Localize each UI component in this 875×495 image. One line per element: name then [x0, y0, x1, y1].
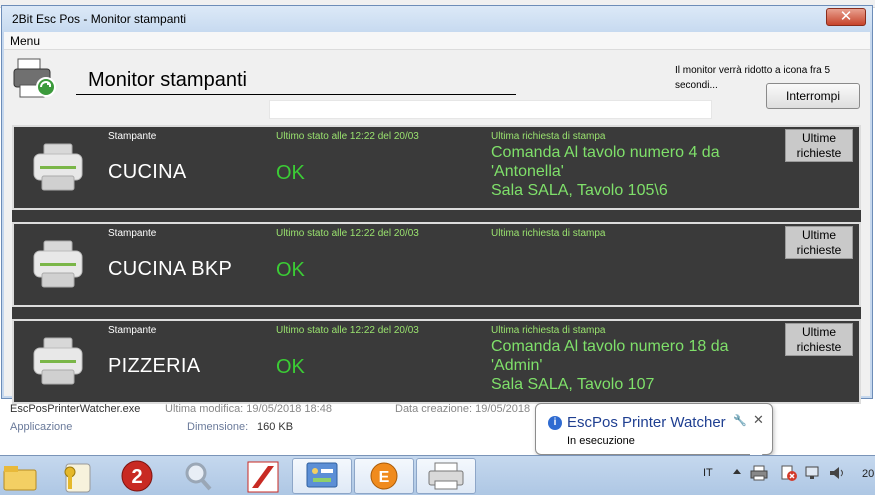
- printer-name: CUCINA BKP: [108, 258, 233, 280]
- orange-circle-icon: E: [370, 462, 398, 490]
- printer-name: CUCINA: [108, 161, 187, 183]
- action-center-icon[interactable]: [780, 464, 798, 482]
- request-label: Ultima richiesta di stampa: [491, 131, 606, 142]
- magnifier-icon: [185, 462, 212, 491]
- request-label: Ultima richiesta di stampa: [491, 325, 606, 336]
- printer-icon: [33, 337, 83, 385]
- status-label: Ultimo stato alle 12:22 del 20/03: [276, 325, 419, 336]
- clock[interactable]: 20: [862, 468, 874, 480]
- printer-panel: Stampante Ultimo stato alle 12:22 del 20…: [12, 125, 861, 210]
- printer-list: Stampante Ultimo stato alle 12:22 del 20…: [12, 125, 861, 404]
- bg-size-value: 160 KB: [257, 421, 294, 433]
- notification-title: EscPos Printer Watcher: [567, 414, 726, 431]
- taskbar-control-panel-button[interactable]: [292, 458, 352, 494]
- title-bar[interactable]: 2Bit Esc Pos - Monitor stampanti ✕: [2, 6, 872, 32]
- printer-icon: [33, 240, 83, 288]
- notification-message: In esecuzione: [567, 435, 635, 447]
- request-line: Sala SALA, Tavolo 107: [491, 376, 655, 393]
- svg-text:2: 2: [131, 466, 142, 488]
- taskbar-printer-watcher-button[interactable]: [416, 458, 476, 494]
- taskbar-app-logo-button[interactable]: [230, 458, 290, 494]
- tray-notification[interactable]: i EscPos Printer Watcher In esecuzione 🔧…: [535, 403, 773, 466]
- printer-name: PIZZERIA: [108, 355, 201, 377]
- volume-icon[interactable]: [828, 464, 846, 482]
- last-request-text: Comanda Al tavolo numero 4 da 'Antonella…: [491, 143, 791, 200]
- printer-icon: [428, 462, 464, 490]
- printer-panel: Stampante Ultimo stato alle 12:22 del 20…: [12, 319, 861, 404]
- printer-label: Stampante: [108, 228, 157, 239]
- printer-label: Stampante: [108, 325, 157, 336]
- recent-requests-button[interactable]: Ultime richieste: [785, 323, 853, 356]
- printer-icon: [33, 143, 83, 191]
- bg-file-type: Applicazione: [10, 421, 73, 433]
- notification-close-button[interactable]: ✕: [753, 412, 764, 428]
- printer-panel: Stampante Ultimo stato alle 12:22 del 20…: [12, 222, 861, 307]
- printer-status: OK: [276, 356, 305, 378]
- taskbar: 2 E IT 20: [0, 455, 875, 495]
- request-line: 'Admin': [491, 357, 543, 374]
- title-underline: [76, 94, 516, 95]
- recent-requests-button[interactable]: Ultime richieste: [785, 129, 853, 162]
- taskbar-search-button[interactable]: [168, 458, 228, 494]
- bg-file-name: EscPosPrinterWatcher.exe: [10, 403, 141, 415]
- control-panel-icon: [306, 462, 338, 488]
- taskbar-orange-app-button[interactable]: E: [354, 458, 414, 494]
- red-logo-icon: [247, 461, 279, 493]
- wrench-icon[interactable]: 🔧: [733, 414, 747, 427]
- window-title: 2Bit Esc Pos - Monitor stampanti: [12, 12, 187, 26]
- bg-size-label: Dimensione:: [187, 421, 249, 433]
- printer-status: OK: [276, 162, 305, 184]
- page-title: Monitor stampanti: [88, 69, 247, 91]
- red-circle-2-icon: 2: [121, 460, 153, 492]
- recent-requests-button[interactable]: Ultime richieste: [785, 226, 853, 259]
- bg-modified: Ultima modifica: 19/05/2018 18:48: [165, 403, 332, 415]
- taskbar-key-button[interactable]: [48, 458, 108, 494]
- bg-created: Data creazione: 19/05/2018: [395, 403, 531, 415]
- request-line: Comanda Al tavolo numero 4 da: [491, 144, 720, 161]
- tray-printer-icon[interactable]: [750, 464, 768, 482]
- close-button[interactable]: ✕: [826, 8, 866, 26]
- taskbar-app2-button[interactable]: 2: [106, 458, 166, 494]
- monitor-window: 2Bit Esc Pos - Monitor stampanti ✕ Menu …: [1, 5, 873, 404]
- network-icon[interactable]: [804, 464, 822, 482]
- status-label: Ultimo stato alle 12:22 del 20/03: [276, 228, 419, 239]
- request-label: Ultima richiesta di stampa: [491, 228, 606, 239]
- key-icon: [64, 463, 91, 493]
- printer-label: Stampante: [108, 131, 157, 142]
- stop-button[interactable]: Interrompi: [766, 83, 860, 109]
- menu-item-menu[interactable]: Menu: [10, 34, 40, 48]
- svg-text:E: E: [379, 469, 390, 486]
- show-hidden-icons-icon[interactable]: [733, 469, 741, 474]
- printer-status: OK: [276, 259, 305, 281]
- request-line: Sala SALA, Tavolo 105\6: [491, 182, 668, 199]
- request-line: 'Antonella': [491, 163, 564, 180]
- language-indicator[interactable]: IT: [703, 467, 713, 479]
- printer-monitor-icon: [13, 58, 56, 98]
- countdown-progress-bar: [269, 100, 712, 119]
- info-icon: i: [548, 416, 562, 430]
- last-request-text: Comanda Al tavolo numero 18 da 'Admin' S…: [491, 337, 791, 394]
- status-label: Ultimo stato alle 12:22 del 20/03: [276, 131, 419, 142]
- request-line: Comanda Al tavolo numero 18 da: [491, 338, 729, 355]
- menu-bar: Menu: [4, 32, 870, 50]
